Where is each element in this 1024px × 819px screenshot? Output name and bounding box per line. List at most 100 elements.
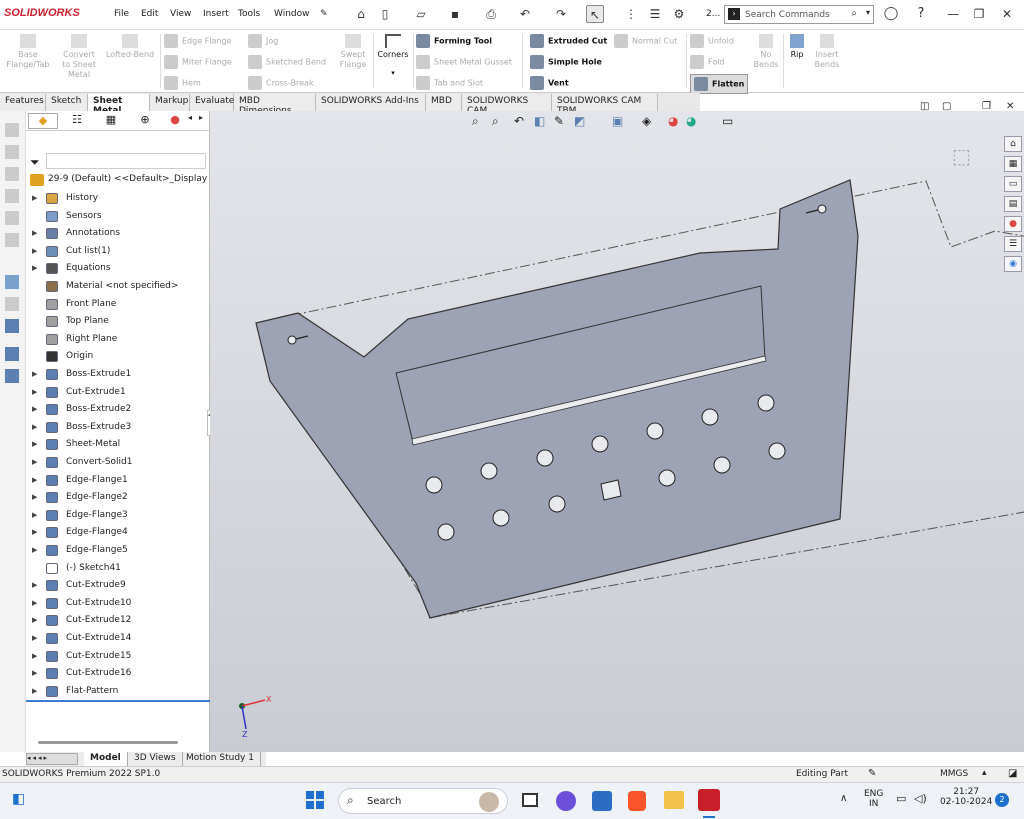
strip-tool-icon[interactable] xyxy=(5,167,19,181)
volume-icon[interactable]: ◁) xyxy=(914,792,927,805)
network-icon[interactable]: ▭ xyxy=(896,792,906,805)
tree-item[interactable]: ▶ Edge-Flange1 xyxy=(26,472,210,489)
close-icon[interactable]: ✕ xyxy=(998,5,1016,23)
tree-item[interactable]: ▶ Edge-Flange4 xyxy=(26,524,210,541)
flatten-button[interactable]: Flatten xyxy=(690,74,749,94)
appearances-icon[interactable]: ● xyxy=(1004,216,1022,232)
expand-arrow-icon[interactable]: ▶ xyxy=(32,507,37,524)
tree-item[interactable]: Right Plane xyxy=(26,331,210,348)
tab-navigation-arrows[interactable]: ◂◂◂▸ xyxy=(26,753,78,765)
expand-arrow-icon[interactable]: ▶ xyxy=(32,648,37,665)
notification-badge[interactable]: 2 xyxy=(995,793,1009,807)
corners-dropdown-icon[interactable]: ▾ xyxy=(376,68,410,78)
sketched-bend-button[interactable]: Sketched Bend xyxy=(248,55,326,69)
tree-item[interactable]: Sensors xyxy=(26,208,210,225)
simple-hole-button[interactable]: Simple Hole xyxy=(530,55,602,69)
design-library-icon[interactable]: ▦ xyxy=(1004,156,1022,172)
tab-and-slot-button[interactable]: Tab and Slot xyxy=(416,76,483,90)
account-icon[interactable]: ◯ xyxy=(882,5,900,23)
file-explorer-icon[interactable]: ▭ xyxy=(1004,176,1022,192)
menu-tools[interactable]: Tools xyxy=(238,9,260,19)
tree-item[interactable]: ▶ Boss-Extrude3 xyxy=(26,419,210,436)
tab-markup[interactable]: Markup xyxy=(150,94,190,111)
display-manager-tab-icon[interactable]: ● xyxy=(164,113,186,129)
miter-flange-button[interactable]: Miter Flange xyxy=(164,55,232,69)
expand-arrow-icon[interactable]: ▶ xyxy=(32,401,37,418)
tree-item[interactable]: ▶ Flat-Pattern xyxy=(26,683,210,700)
strip-tool-icon[interactable] xyxy=(5,123,19,137)
bottom-tab-3d-views[interactable]: 3D Views xyxy=(128,752,183,766)
feature-manager-tab-icon[interactable]: ◆ xyxy=(28,113,58,129)
strip-tool-icon[interactable] xyxy=(5,189,19,203)
expand-arrow-icon[interactable]: ▶ xyxy=(32,366,37,383)
tree-item[interactable]: ▶ Sheet-Metal xyxy=(26,436,210,453)
custom-properties-icon[interactable]: ☰ xyxy=(1004,236,1022,252)
bottom-tab-motion-study-1[interactable]: Motion Study 1 xyxy=(180,752,261,766)
tree-item[interactable]: ▶ Cut-Extrude15 xyxy=(26,648,210,665)
brave-browser-icon[interactable] xyxy=(628,791,646,811)
tab-mbd[interactable]: MBD xyxy=(426,94,462,111)
traffic-light-icon[interactable]: ⋮ xyxy=(622,5,640,23)
tree-root[interactable]: 29-9 (Default) <<Default>_Display Sta xyxy=(48,174,208,184)
expand-arrow-icon[interactable]: ▶ xyxy=(32,630,37,647)
tab-sheet-metal[interactable]: Sheet Metal xyxy=(88,94,150,116)
taskbar-search[interactable]: ⌕ Search xyxy=(338,788,508,814)
sheet-metal-gusset-button[interactable]: Sheet Metal Gusset xyxy=(416,55,512,69)
bottom-tab-model[interactable]: Model xyxy=(84,752,128,766)
tree-item[interactable]: ▶ Cut list(1) xyxy=(26,243,210,260)
help-icon[interactable]: ? xyxy=(912,5,930,23)
tree-scrollbar[interactable] xyxy=(38,741,178,744)
search-icon[interactable]: ⌕ xyxy=(851,8,857,19)
configuration-manager-tab-icon[interactable]: ▦ xyxy=(96,113,126,129)
forming-tool-button[interactable]: Forming Tool xyxy=(416,34,492,48)
file-properties-icon[interactable]: ☰ xyxy=(646,5,664,23)
menu-window[interactable]: Window xyxy=(274,9,310,19)
menu-view[interactable]: View xyxy=(170,9,191,19)
extruded-cut-button[interactable]: Extruded Cut xyxy=(530,34,607,48)
tree-item[interactable]: Front Plane xyxy=(26,296,210,313)
no-bends-button[interactable]: No Bends xyxy=(752,34,780,70)
view-palette-icon[interactable]: ▤ xyxy=(1004,196,1022,212)
expand-arrow-icon[interactable]: ▶ xyxy=(32,595,37,612)
quick-tips-icon[interactable]: ◪ xyxy=(1008,768,1017,779)
menu-edit[interactable]: Edit xyxy=(141,9,158,19)
strip-tool-icon[interactable] xyxy=(5,275,19,289)
strip-tool-icon[interactable] xyxy=(5,297,19,311)
expand-arrow-icon[interactable]: ▶ xyxy=(32,190,37,207)
filter-icon[interactable]: ⏷ xyxy=(30,155,40,170)
rollback-bar[interactable] xyxy=(26,700,210,702)
tree-item[interactable]: ▶ Boss-Extrude1 xyxy=(26,366,210,383)
search-dropdown-icon[interactable]: ▾ xyxy=(866,8,870,17)
toolbar-more[interactable]: 2... xyxy=(706,9,720,19)
task-view-icon[interactable] xyxy=(522,793,538,807)
strip-tool-icon[interactable] xyxy=(5,319,19,333)
tab-solidworks-add-ins[interactable]: SOLIDWORKS Add-Ins xyxy=(316,94,426,111)
new-document-icon[interactable]: ▯ xyxy=(376,5,394,23)
expand-arrow-icon[interactable]: ▶ xyxy=(32,683,37,700)
rebuild-icon[interactable]: ✎ xyxy=(868,768,876,779)
tab-sketch[interactable]: Sketch xyxy=(46,94,88,111)
expand-arrow-icon[interactable]: ▶ xyxy=(32,542,37,559)
expand-arrow-icon[interactable]: ▶ xyxy=(32,384,37,401)
convert-to-sheet-metal-button[interactable]: Convert to Sheet Metal xyxy=(58,34,100,80)
tab-scroll-right-icon[interactable]: ▸ xyxy=(199,113,209,129)
show-hidden-icons[interactable]: ∧ xyxy=(840,793,847,804)
normal-cut-button[interactable]: Normal Cut xyxy=(614,34,677,48)
expand-arrow-icon[interactable]: ▶ xyxy=(32,454,37,471)
strip-tool-icon[interactable] xyxy=(5,233,19,247)
expand-arrow-icon[interactable]: ▶ xyxy=(32,472,37,489)
tab-solidworks-cam-tbm[interactable]: SOLIDWORKS CAM TBM xyxy=(552,94,658,116)
strip-tool-icon[interactable] xyxy=(5,211,19,225)
tree-item[interactable]: Top Plane xyxy=(26,313,210,330)
search-commands-input[interactable]: Search Commands xyxy=(745,10,830,20)
strip-tool-icon[interactable] xyxy=(5,145,19,159)
lofted-bend-button[interactable]: Lofted-Bend xyxy=(104,34,156,60)
dimxpert-tab-icon[interactable]: ⊕ xyxy=(130,113,160,129)
solidworks-taskbar-icon[interactable] xyxy=(698,789,720,811)
units-indicator[interactable]: MMGS xyxy=(940,769,968,779)
tree-item[interactable]: ▶ Edge-Flange2 xyxy=(26,489,210,506)
units-dropdown-icon[interactable]: ▴ xyxy=(982,768,987,778)
expand-arrow-icon[interactable]: ▶ xyxy=(32,665,37,682)
forum-icon[interactable]: ◉ xyxy=(1004,256,1022,272)
widgets-icon[interactable]: ◧ xyxy=(12,791,25,807)
